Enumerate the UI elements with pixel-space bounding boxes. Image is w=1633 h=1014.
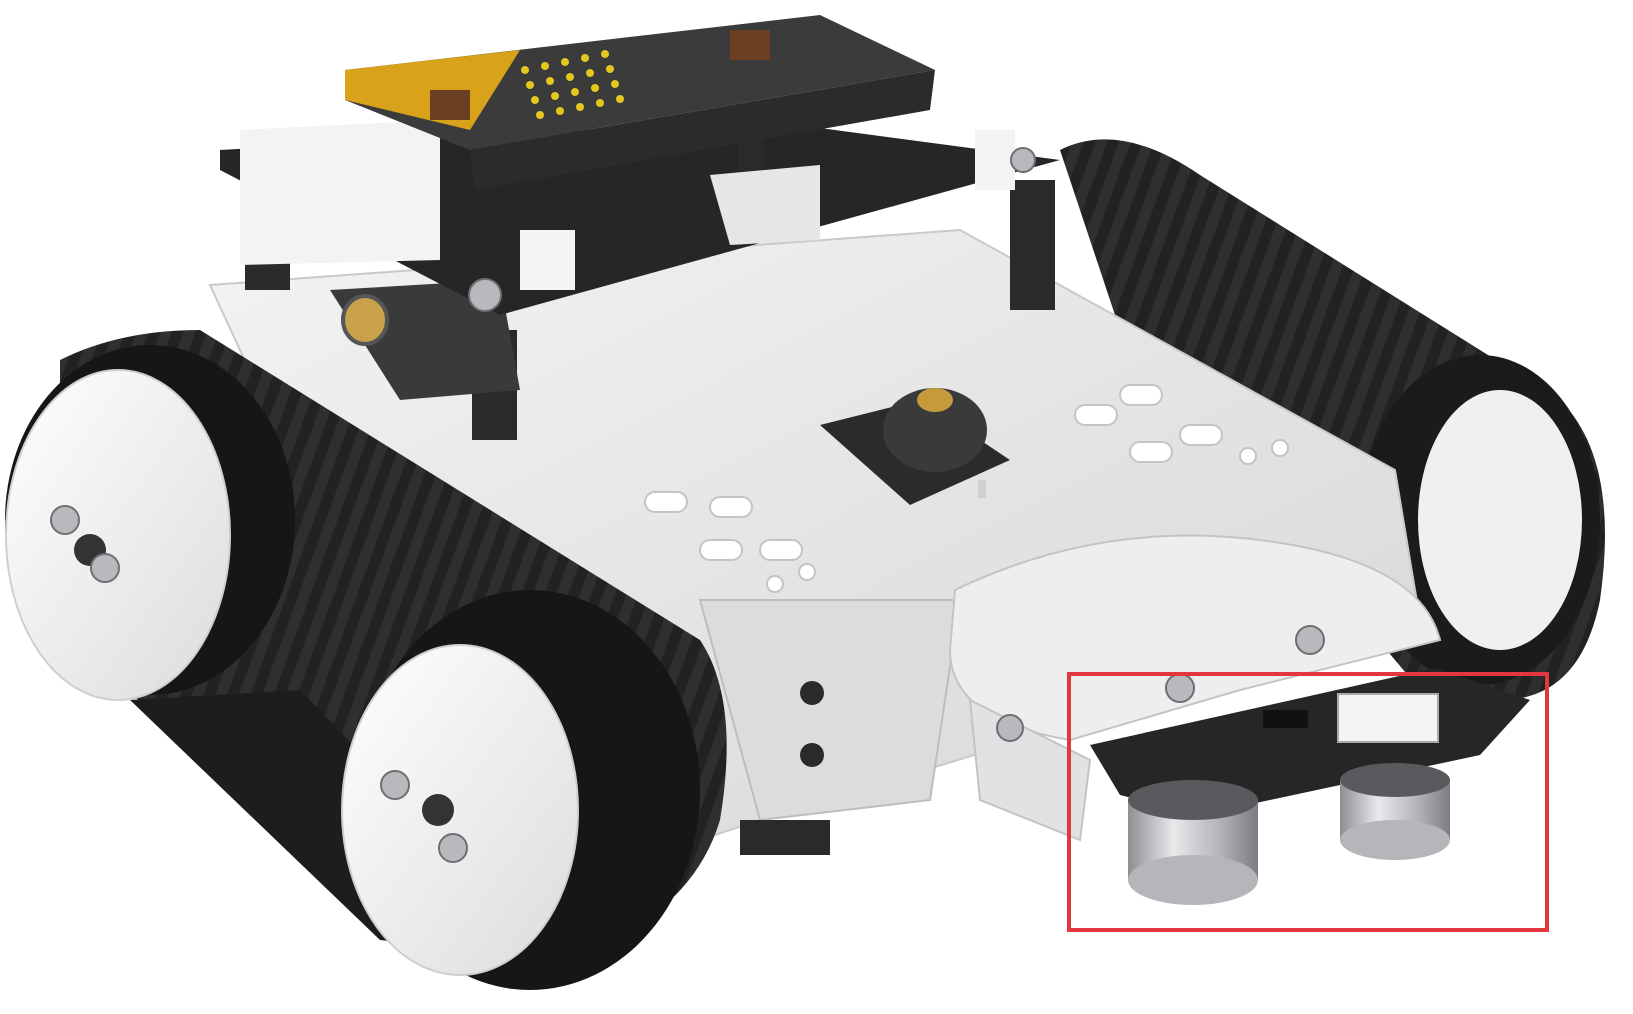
- ultrasonic-receiver: [1340, 763, 1450, 860]
- robot-car-illustration: [5, 15, 1605, 990]
- ultrasonic-transmitter: [1128, 780, 1258, 905]
